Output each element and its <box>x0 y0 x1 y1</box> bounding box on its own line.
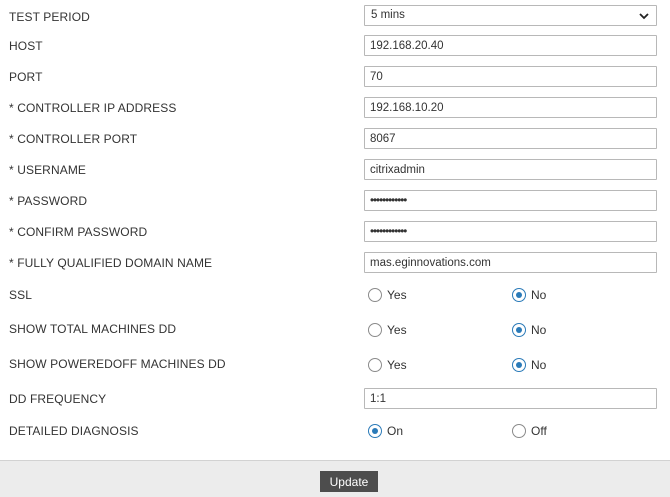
ssl-no-radio[interactable]: No <box>512 288 546 302</box>
radio-checked-icon <box>512 358 526 372</box>
controller-port-input[interactable] <box>364 128 657 149</box>
show-poweredoff-machines-dd-no-radio[interactable]: No <box>512 358 546 372</box>
test-period-select[interactable]: 5 mins <box>364 5 657 26</box>
detailed-diagnosis-off-radio[interactable]: Off <box>512 424 547 438</box>
username-input[interactable] <box>364 159 657 180</box>
password-label: * PASSWORD <box>9 194 88 208</box>
test-period-label: TEST PERIOD <box>9 10 90 24</box>
radio-unchecked-icon <box>512 424 526 438</box>
detailed-diagnosis-off-label: Off <box>531 424 547 438</box>
ssl-no-label: No <box>531 288 547 302</box>
fqdn-label: * FULLY QUALIFIED DOMAIN NAME <box>9 256 213 270</box>
host-input[interactable] <box>364 35 657 56</box>
detailed-diagnosis-on-label: On <box>387 424 404 438</box>
ssl-label: SSL <box>9 288 32 302</box>
radio-checked-icon <box>512 323 526 337</box>
host-label: HOST <box>9 39 43 53</box>
show-total-machines-dd-yes-radio[interactable]: Yes <box>368 323 407 337</box>
show-poweredoff-machines-dd-no-label: No <box>531 358 547 372</box>
dd-frequency-label: DD FREQUENCY <box>9 392 107 406</box>
controller-ip-label: * CONTROLLER IP ADDRESS <box>9 101 177 115</box>
radio-checked-icon <box>368 424 382 438</box>
show-total-machines-dd-no-radio[interactable]: No <box>512 323 546 337</box>
radio-unchecked-icon <box>368 323 382 337</box>
detailed-diagnosis-label: DETAILED DIAGNOSIS <box>9 424 139 438</box>
dd-frequency-input[interactable] <box>364 388 657 409</box>
controller-ip-input[interactable] <box>364 97 657 118</box>
password-input[interactable] <box>364 190 657 211</box>
show-poweredoff-machines-dd-yes-label: Yes <box>387 358 407 372</box>
detailed-diagnosis-on-radio[interactable]: On <box>368 424 403 438</box>
radio-unchecked-icon <box>368 358 382 372</box>
confirm-password-input[interactable] <box>364 221 657 242</box>
port-input[interactable] <box>364 66 657 87</box>
ssl-yes-label: Yes <box>387 288 407 302</box>
show-poweredoff-machines-dd-yes-radio[interactable]: Yes <box>368 358 407 372</box>
confirm-password-label: * CONFIRM PASSWORD <box>9 225 148 239</box>
update-button[interactable]: Update <box>320 471 378 492</box>
chevron-down-icon <box>639 13 649 20</box>
radio-checked-icon <box>512 288 526 302</box>
fqdn-input[interactable] <box>364 252 657 273</box>
ssl-yes-radio[interactable]: Yes <box>368 288 407 302</box>
radio-unchecked-icon <box>368 288 382 302</box>
show-total-machines-dd-label: SHOW TOTAL MACHINES DD <box>9 322 177 336</box>
show-total-machines-dd-no-label: No <box>531 323 547 337</box>
test-period-value: 5 mins <box>371 9 405 21</box>
username-label: * USERNAME <box>9 163 87 177</box>
controller-port-label: * CONTROLLER PORT <box>9 132 138 146</box>
port-label: PORT <box>9 70 43 84</box>
show-total-machines-dd-yes-label: Yes <box>387 323 407 337</box>
test-config-form: TEST PERIOD 5 mins HOST PORT * CONTROLLE… <box>0 0 670 459</box>
show-poweredoff-machines-dd-label: SHOW POWEREDOFF MACHINES DD <box>9 357 226 371</box>
